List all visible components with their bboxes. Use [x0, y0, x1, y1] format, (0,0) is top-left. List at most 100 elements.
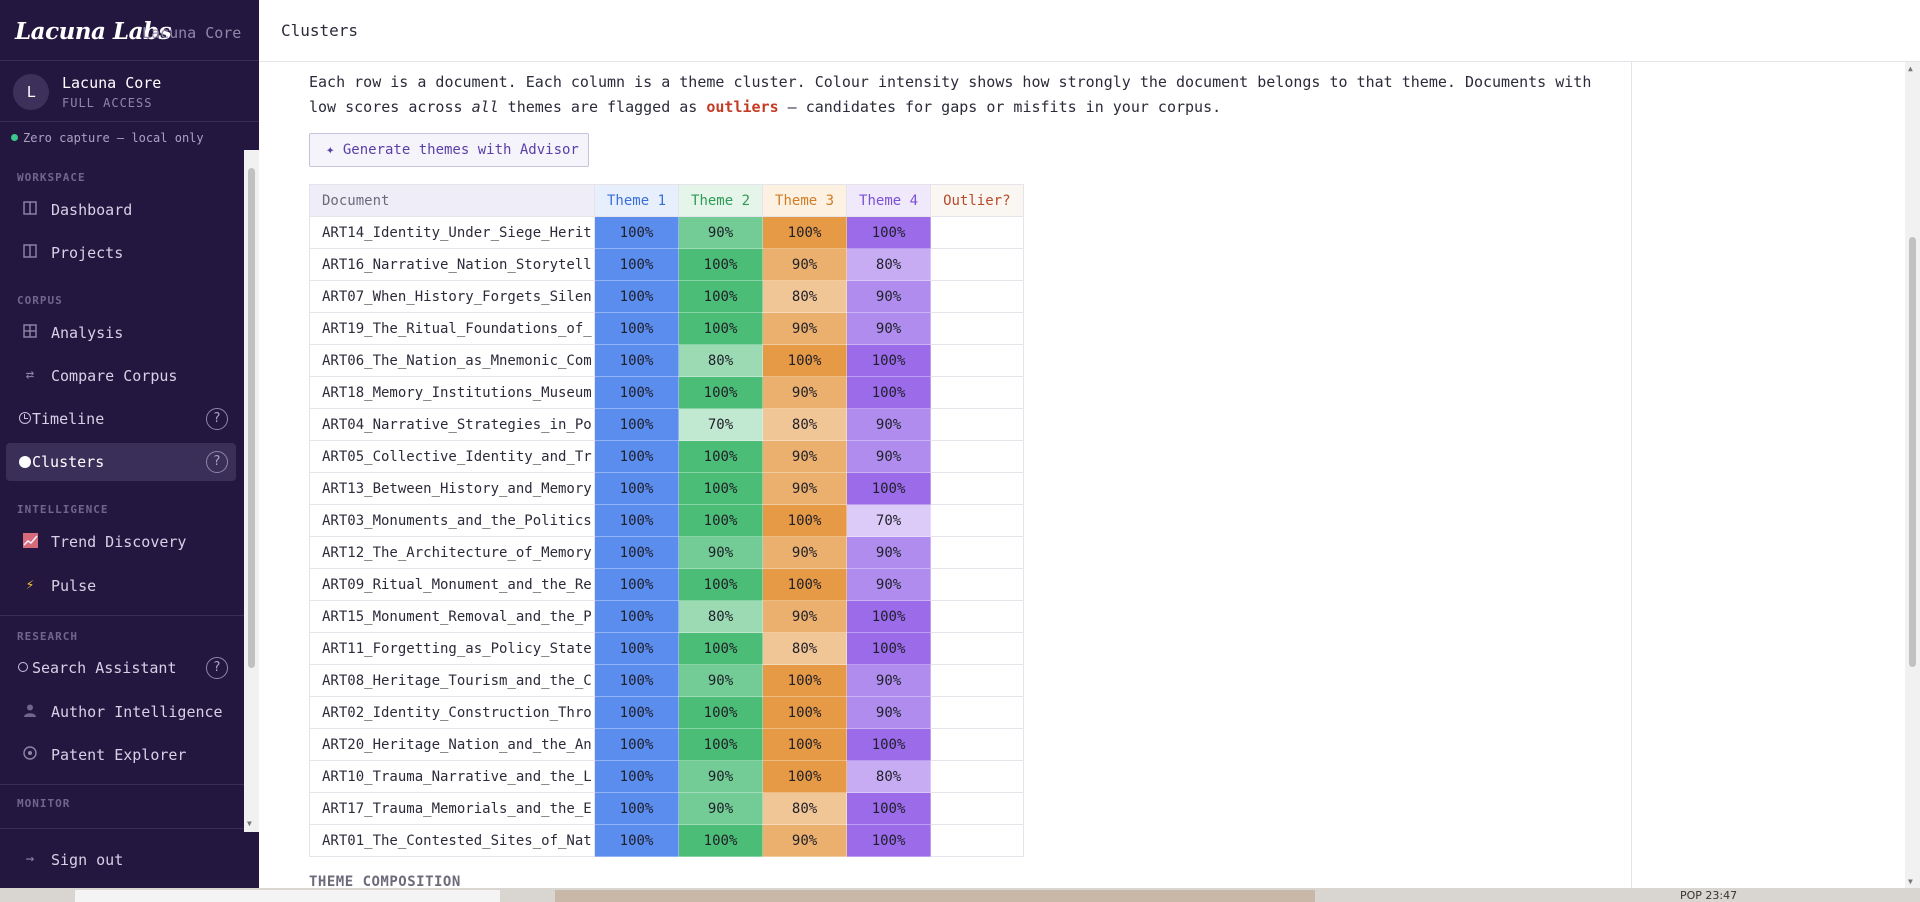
theme-3-score-cell: 100% [762, 504, 848, 537]
theme-4-score-cell: 100% [846, 600, 932, 633]
sidebar-scrollbar[interactable]: ▼ [244, 150, 259, 832]
sidebar-item-trend-discovery[interactable]: Trend Discovery [6, 523, 236, 561]
table-row[interactable]: ART09_Ritual_Monument_and_the_Re 100% 100%… [309, 568, 1024, 601]
help-icon[interactable]: ? [206, 408, 228, 430]
table-row[interactable]: ART13_Between_History_and_Memory 100% 100%… [309, 472, 1024, 505]
theme-3-score-cell: 100% [762, 760, 848, 793]
outlier-cell [930, 472, 1024, 505]
page-scrollbar-thumb[interactable] [1909, 237, 1916, 667]
theme-2-score-cell: 100% [678, 504, 764, 537]
sidebar-item-label: Compare Corpus [51, 367, 178, 385]
sidebar-item-clusters[interactable]: Clusters ? [6, 443, 236, 481]
theme-1-score-cell: 100% [593, 280, 680, 313]
table-row[interactable]: ART08_Heritage_Tourism_and_the_C 100% 90% 1… [309, 664, 1024, 697]
theme-1-score-cell: 100% [593, 472, 680, 505]
document-name-cell: ART09_Ritual_Monument_and_the_Re [309, 568, 595, 601]
theme-3-score-cell: 90% [762, 472, 848, 505]
sidebar-item-patent-explorer[interactable]: Patent Explorer [6, 736, 236, 774]
document-name-cell: ART04_Narrative_Strategies_in_Po [309, 408, 595, 441]
sign-out-button[interactable]: → Sign out [6, 841, 236, 879]
scroll-down-icon[interactable]: ▼ [247, 819, 252, 828]
outlier-cell [930, 344, 1024, 377]
brand-row: Lacuna Labs Lacuna Core [0, 0, 259, 60]
table-row[interactable]: ART01_The_Contested_Sites_of_Nat 100% 100%… [309, 824, 1024, 857]
section-label-research: RESEARCH [17, 630, 78, 643]
column-header-outlier: Outlier? [930, 184, 1024, 217]
table-row[interactable]: ART03_Monuments_and_the_Politics 100% 100%… [309, 504, 1024, 537]
sidebar-item-author-intelligence[interactable]: Author Intelligence [6, 693, 236, 731]
sidebar-item-label: Patent Explorer [51, 746, 187, 764]
theme-1-score-cell: 100% [593, 440, 680, 473]
sidebar-item-label: Dashboard [51, 201, 133, 219]
table-row[interactable]: ART17_Trauma_Memorials_and_the_E 100% 90% 8… [309, 792, 1024, 825]
section-label-monitor: MONITOR [17, 797, 71, 810]
scroll-down-icon[interactable]: ▼ [1908, 877, 1913, 886]
theme-4-score-cell: 90% [846, 280, 932, 313]
help-icon[interactable]: ? [206, 451, 228, 473]
sidebar-scrollbar-thumb[interactable] [248, 168, 255, 668]
intro-emphasis: all [471, 98, 499, 116]
document-name-cell: ART01_The_Contested_Sites_of_Nat [309, 824, 595, 857]
generate-themes-button[interactable]: ✦ Generate themes with Advisor [309, 133, 589, 167]
table-row[interactable]: ART12_The_Architecture_of_Memory 100% 90% 9… [309, 536, 1024, 569]
outlier-cell [930, 696, 1024, 729]
theme-4-score-cell: 90% [846, 536, 932, 569]
document-name-cell: ART03_Monuments_and_the_Politics [309, 504, 595, 537]
table-row[interactable]: ART06_The_Nation_as_Mnemonic_Com 100% 80% 1… [309, 344, 1024, 377]
lightning-icon: ⚡ [25, 577, 35, 593]
capture-status: Zero capture — local only [11, 131, 204, 145]
taskbar-item[interactable] [75, 890, 500, 902]
document-name-cell: ART13_Between_History_and_Memory [309, 472, 595, 505]
scroll-up-icon[interactable]: ▲ [1908, 64, 1913, 73]
matrix-header-row: Document Theme 1 Theme 2 Theme 3 Theme 4… [309, 184, 1024, 217]
theme-1-score-cell: 100% [593, 312, 680, 345]
column-header-theme-1[interactable]: Theme 1 [593, 184, 680, 217]
outlier-cell [930, 728, 1024, 761]
table-row[interactable]: ART16_Narrative_Nation_Storytell 100% 100%… [309, 248, 1024, 281]
column-header-theme-2[interactable]: Theme 2 [678, 184, 764, 217]
sidebar-item-pulse[interactable]: ⚡ Pulse [6, 567, 236, 605]
intro-text: Each row is a document. Each column is a… [309, 70, 1609, 120]
theme-2-score-cell: 100% [678, 824, 764, 857]
page-scrollbar[interactable]: ▲ ▼ [1905, 62, 1920, 888]
table-row[interactable]: ART19_The_Ritual_Foundations_of_ 100% 100%… [309, 312, 1024, 345]
table-row[interactable]: ART18_Memory_Institutions_Museum 100% 100%… [309, 376, 1024, 409]
theme-4-score-cell: 100% [846, 344, 932, 377]
account-card[interactable]: L Lacuna Core FULL ACCESS [0, 60, 259, 122]
theme-4-score-cell: 80% [846, 248, 932, 281]
taskbar-item[interactable] [555, 890, 1315, 902]
table-row[interactable]: ART04_Narrative_Strategies_in_Po 100% 70% 8… [309, 408, 1024, 441]
sidebar-item-timeline[interactable]: Timeline ? [6, 400, 236, 438]
table-row[interactable]: ART07_When_History_Forgets_Silen 100% 100%… [309, 280, 1024, 313]
table-row[interactable]: ART14_Identity_Under_Siege_Herit 100% 90% 1… [309, 216, 1024, 249]
theme-4-score-cell: 90% [846, 696, 932, 729]
theme-2-score-cell: 100% [678, 472, 764, 505]
divider [0, 784, 250, 785]
sidebar-item-label: Author Intelligence [51, 703, 223, 721]
sidebar-item-search-assistant[interactable]: Search Assistant ? [6, 649, 236, 687]
table-row[interactable]: ART10_Trauma_Narrative_and_the_L 100% 90% 1… [309, 760, 1024, 793]
table-row[interactable]: ART02_Identity_Construction_Thro 100% 100%… [309, 696, 1024, 729]
theme-2-score-cell: 80% [678, 344, 764, 377]
column-header-document[interactable]: Document [309, 184, 595, 217]
theme-3-score-cell: 80% [762, 792, 848, 825]
sidebar-item-analysis[interactable]: Analysis [6, 314, 236, 352]
column-header-theme-3[interactable]: Theme 3 [762, 184, 848, 217]
document-name-cell: ART12_The_Architecture_of_Memory [309, 536, 595, 569]
sidebar-item-compare-corpus[interactable]: ⇄ Compare Corpus [6, 357, 236, 395]
theme-4-score-cell: 80% [846, 760, 932, 793]
theme-2-score-cell: 100% [678, 376, 764, 409]
help-icon[interactable]: ? [206, 657, 228, 679]
theme-1-score-cell: 100% [593, 792, 680, 825]
table-row[interactable]: ART15_Monument_Removal_and_the_P 100% 80% 9… [309, 600, 1024, 633]
table-row[interactable]: ART05_Collective_Identity_and_Tr 100% 100%… [309, 440, 1024, 473]
table-row[interactable]: ART20_Heritage_Nation_and_the_An 100% 100%… [309, 728, 1024, 761]
theme-2-score-cell: 100% [678, 696, 764, 729]
theme-1-score-cell: 100% [593, 408, 680, 441]
sidebar-item-dashboard[interactable]: Dashboard [6, 191, 236, 229]
sidebar-item-projects[interactable]: Projects [6, 234, 236, 272]
theme-2-score-cell: 90% [678, 216, 764, 249]
table-row[interactable]: ART11_Forgetting_as_Policy_State 100% 100%… [309, 632, 1024, 665]
target-icon [22, 746, 38, 762]
column-header-theme-4[interactable]: Theme 4 [846, 184, 932, 217]
